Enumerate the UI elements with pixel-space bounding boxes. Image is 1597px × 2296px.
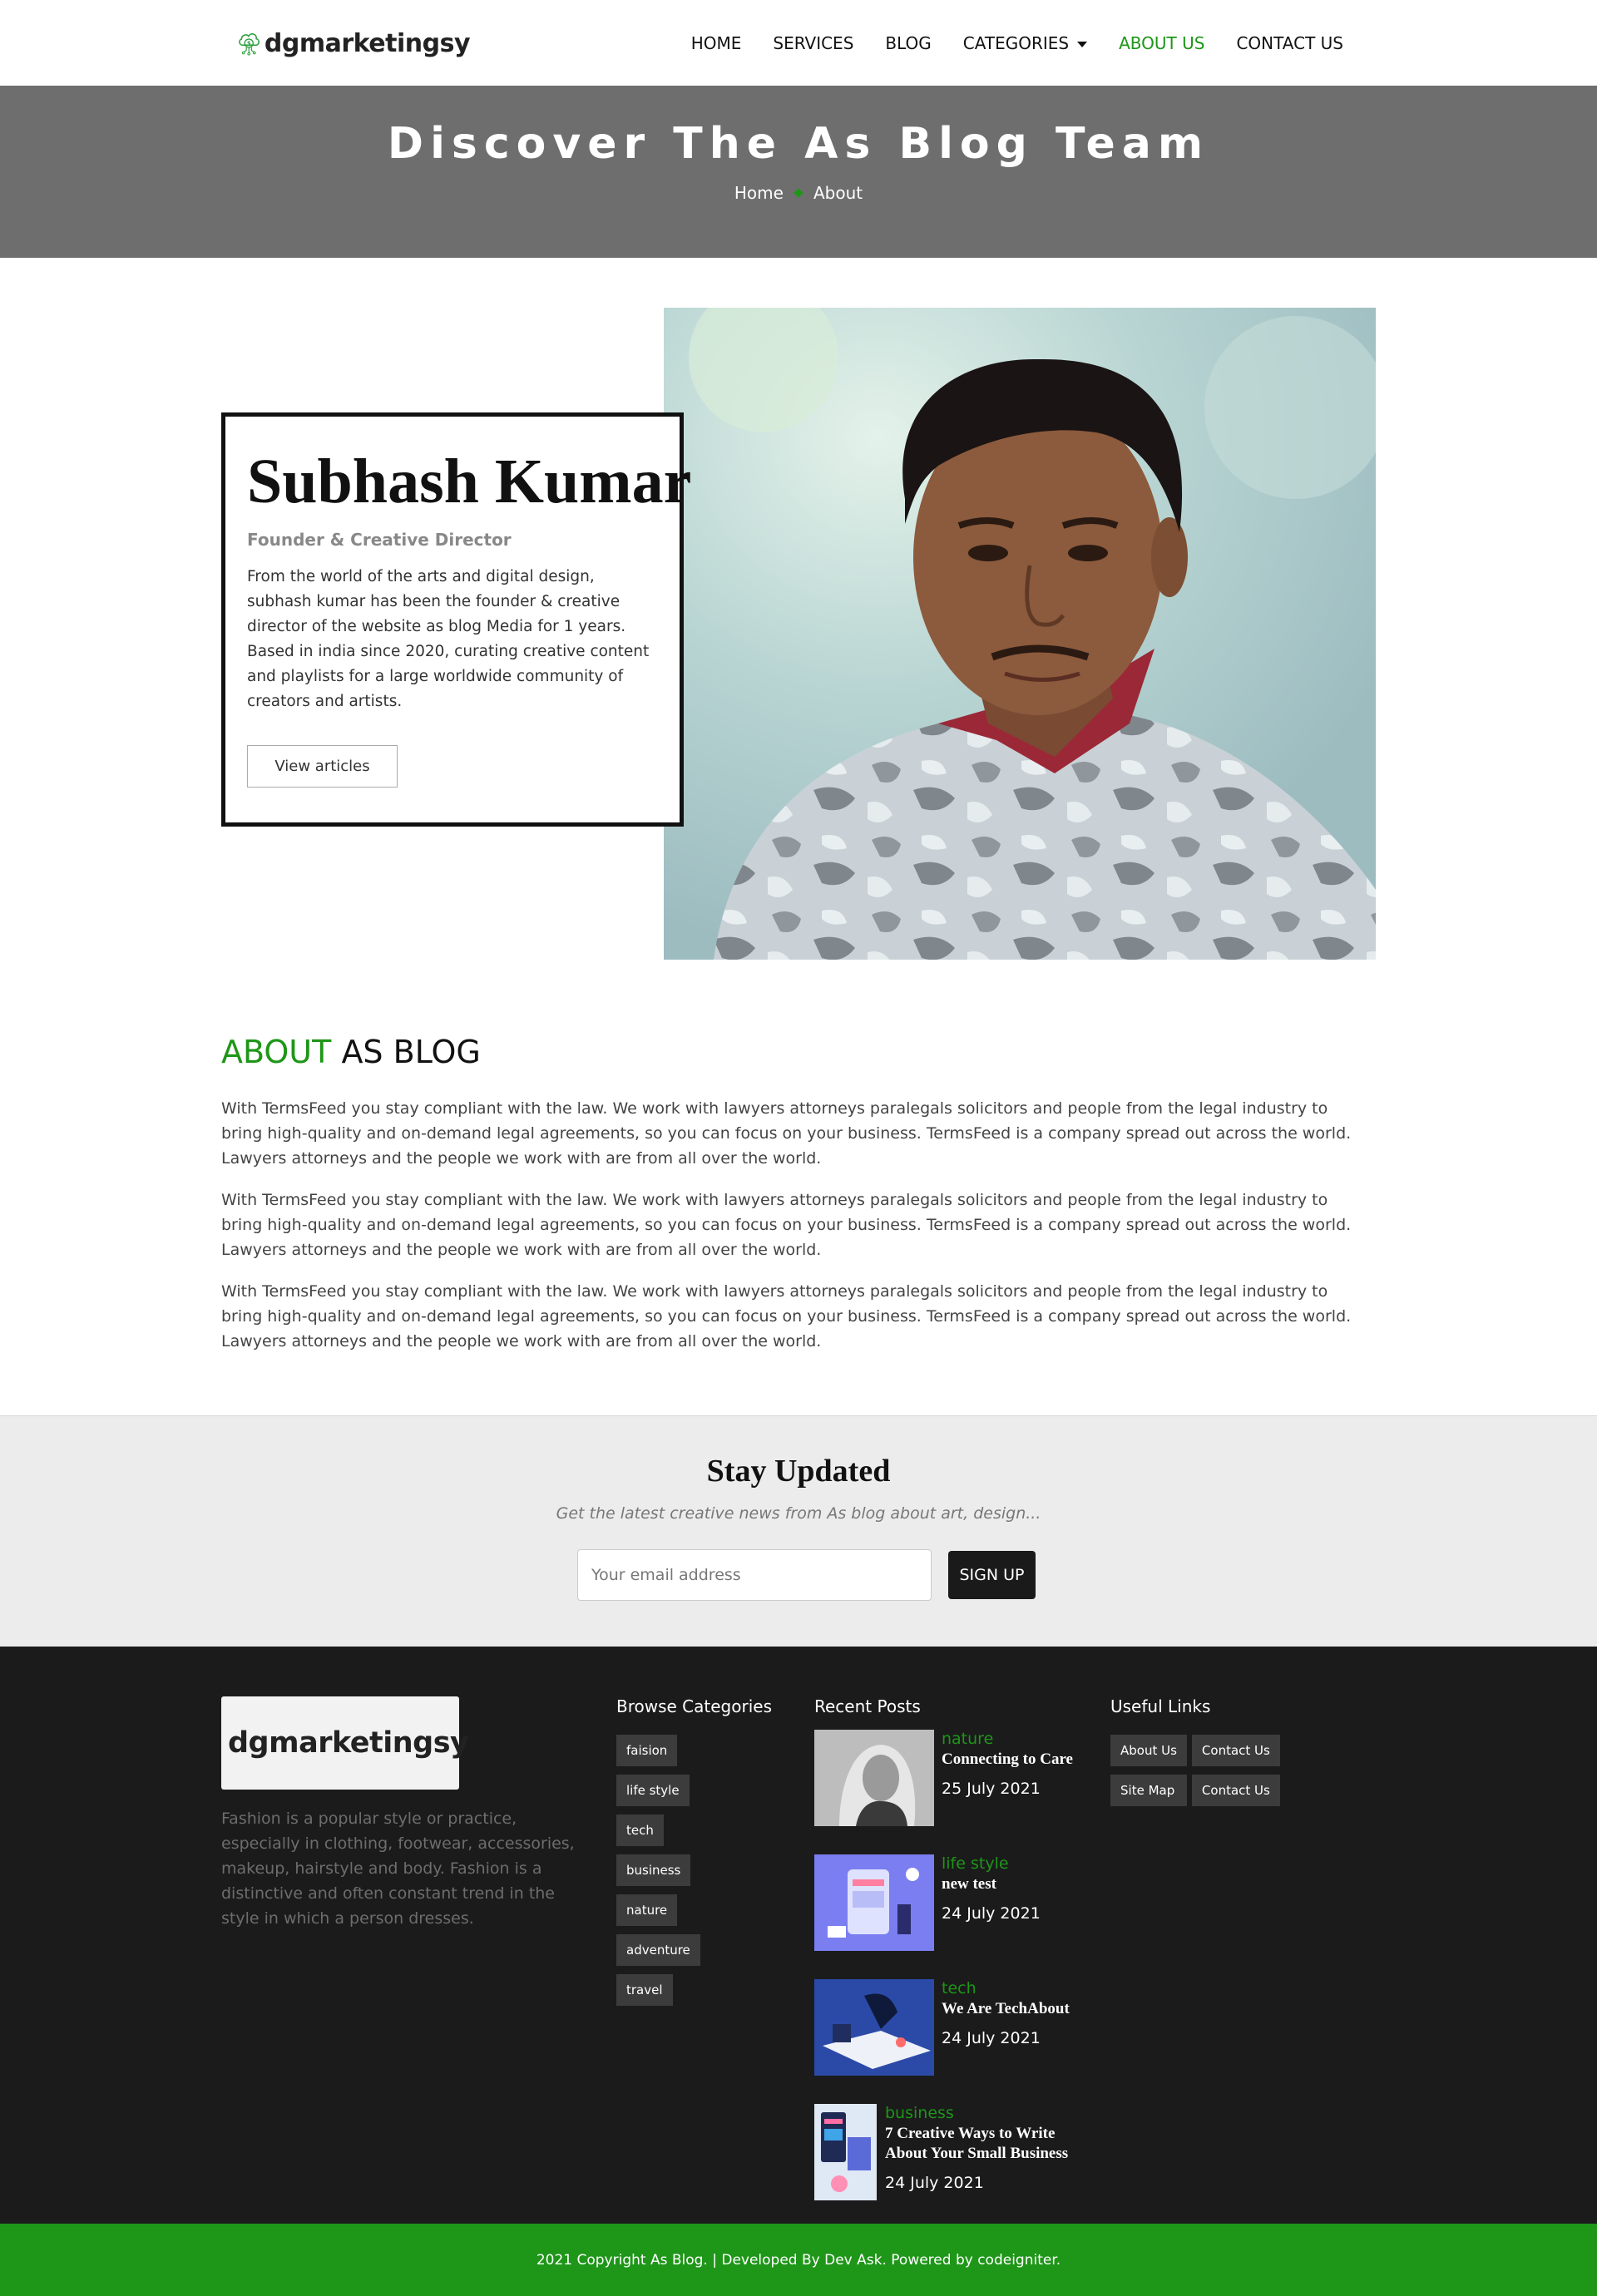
categories-heading: Browse Categories	[616, 1696, 772, 1716]
tech-thumbnail-image	[814, 1979, 934, 2076]
caret-down-icon	[1077, 41, 1088, 47]
recent-post[interactable]: business 7 Creative Ways to Write About …	[814, 2104, 1097, 2200]
post-title[interactable]: 7 Creative Ways to Write About Your Smal…	[885, 2124, 1085, 2164]
category-tag[interactable]: tech	[616, 1815, 664, 1846]
about-content: With TermsFeed you stay compliant with t…	[221, 1096, 1361, 1370]
breadcrumb-current: About	[813, 183, 863, 203]
post-date: 24 July 2021	[885, 2174, 984, 2192]
breadcrumb: Home About	[0, 183, 1597, 203]
post-thumbnail[interactable]	[814, 2104, 877, 2200]
post-info: tech We Are TechAbout 24 July 2021	[942, 1979, 1108, 2047]
post-info: life style new test 24 July 2021	[942, 1854, 1108, 1923]
navbar: $ dgmarketingsy HOME SERVICES BLOG CATEG…	[0, 0, 1597, 86]
footer-link-contact-us[interactable]: Contact Us	[1191, 1735, 1280, 1766]
post-date: 24 July 2021	[942, 1904, 1041, 1923]
post-info: business 7 Creative Ways to Write About …	[885, 2104, 1085, 2192]
founder-card: Subhash Kumar Founder & Creative Directo…	[221, 412, 692, 827]
category-tags: faision life style tech business nature …	[616, 1735, 700, 2006]
cloud-dollar-icon: $	[239, 33, 260, 56]
newsletter-title: Stay Updated	[706, 1454, 891, 1489]
footer-link-site-map[interactable]: Site Map	[1110, 1775, 1187, 1806]
business-thumbnail-image	[814, 2104, 877, 2200]
page-hero: Discover The As Blog Team Home About	[0, 86, 1597, 258]
about-paragraph: With TermsFeed you stay compliant with t…	[221, 1191, 1352, 1259]
sign-up-button[interactable]: SIGN UP	[948, 1551, 1036, 1599]
about-heading: ABOUT AS BLOG	[221, 1034, 481, 1070]
footer-logo-text: dgmarketingsy	[228, 1726, 469, 1760]
about-paragraph: With TermsFeed you stay compliant with t…	[221, 1282, 1352, 1350]
about-heading-accent: ABOUT	[221, 1034, 332, 1070]
category-tag[interactable]: business	[616, 1854, 691, 1886]
nav-blog[interactable]: BLOG	[885, 33, 931, 53]
useful-links-heading: Useful Links	[1110, 1696, 1211, 1716]
recent-post[interactable]: tech We Are TechAbout 24 July 2021	[814, 1979, 1097, 2076]
founder-name: Subhash Kumar	[247, 447, 692, 516]
nav-categories-dropdown[interactable]: CATEGORIES	[962, 32, 1088, 53]
footer-link-contact-us[interactable]: Contact Us	[1191, 1775, 1280, 1806]
breadcrumb-separator-icon	[794, 188, 803, 198]
post-thumbnail[interactable]	[814, 1854, 934, 1951]
nav-contact-us[interactable]: CONTACT US	[1236, 33, 1343, 53]
post-category[interactable]: nature	[942, 1730, 1108, 1748]
breadcrumb-home-link[interactable]: Home	[734, 183, 784, 203]
category-tag[interactable]: faision	[616, 1735, 678, 1766]
founder-photo	[664, 308, 1376, 960]
post-info: nature Connecting to Care 25 July 2021	[942, 1730, 1108, 1798]
category-tag[interactable]: life style	[616, 1775, 690, 1806]
post-title[interactable]: Connecting to Care	[942, 1750, 1108, 1770]
post-title[interactable]: new test	[942, 1874, 1108, 1894]
post-category[interactable]: tech	[942, 1979, 1108, 1997]
post-category[interactable]: life style	[942, 1854, 1108, 1873]
view-articles-button[interactable]: View articles	[247, 745, 398, 788]
category-tag[interactable]: nature	[616, 1894, 678, 1926]
about-heading-rest: AS BLOG	[341, 1034, 481, 1070]
nav-categories-label: CATEGORIES	[962, 32, 1070, 53]
category-tag[interactable]: adventure	[616, 1934, 700, 1966]
email-input[interactable]: Your email address	[577, 1549, 932, 1601]
post-category[interactable]: business	[885, 2104, 1085, 2122]
recent-post[interactable]: nature Connecting to Care 25 July 2021	[814, 1730, 1097, 1826]
post-date: 25 July 2021	[942, 1780, 1041, 1798]
illustration-thumbnail-image	[814, 1854, 934, 1951]
founder-portrait-image	[664, 308, 1376, 960]
post-title[interactable]: We Are TechAbout	[942, 1999, 1108, 2019]
svg-text:$: $	[247, 41, 251, 47]
useful-links: About Us Contact Us Site Map Contact Us	[1110, 1735, 1280, 1806]
footer-logo[interactable]: $ dgmarketingsy	[221, 1696, 469, 1790]
nav-about-us[interactable]: ABOUT US	[1119, 33, 1204, 53]
copyright-bar: 2021 Copyright As Blog. | Developed By D…	[0, 2224, 1597, 2296]
logo-text: dgmarketingsy	[264, 28, 471, 58]
category-tag[interactable]: travel	[616, 1974, 673, 2006]
recent-posts-heading: Recent Posts	[814, 1696, 921, 1716]
recent-post[interactable]: life style new test 24 July 2021	[814, 1854, 1097, 1951]
nav-services[interactable]: SERVICES	[773, 33, 853, 53]
site-footer: $ dgmarketingsy Fashion is a popular sty…	[0, 1647, 1597, 2224]
founder-bio: From the world of the arts and digital d…	[247, 568, 650, 710]
portrait-thumbnail-image	[814, 1730, 934, 1826]
post-thumbnail[interactable]	[814, 1730, 934, 1826]
newsletter-subtitle: Get the latest creative news from As blo…	[556, 1504, 1041, 1523]
newsletter-section: Stay Updated Get the latest creative new…	[0, 1415, 1597, 1647]
footer-description: Fashion is a popular style or practice, …	[221, 1810, 575, 1928]
about-paragraph: With TermsFeed you stay compliant with t…	[221, 1099, 1352, 1168]
nav-home[interactable]: HOME	[691, 33, 742, 53]
main-nav: HOME SERVICES BLOG CATEGORIES ABOUT US C…	[691, 0, 1343, 86]
site-logo[interactable]: $ dgmarketingsy	[237, 10, 471, 77]
founder-role: Founder & Creative Director	[247, 530, 512, 550]
post-thumbnail[interactable]	[814, 1979, 934, 2076]
post-date: 24 July 2021	[942, 2029, 1041, 2047]
footer-link-about-us[interactable]: About Us	[1110, 1735, 1187, 1766]
page-title: Discover The As Blog Team	[387, 119, 1210, 169]
